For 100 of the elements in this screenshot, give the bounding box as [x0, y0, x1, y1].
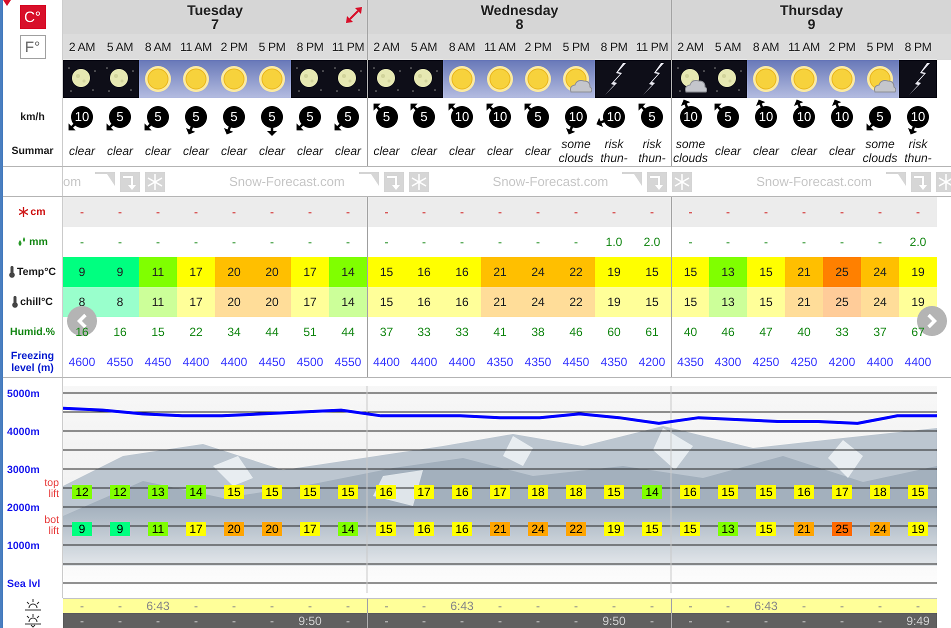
sunrise-time: -	[536, 599, 540, 613]
wind-speed: 10	[755, 106, 777, 128]
time-label: 5 AM	[714, 40, 742, 54]
temperature-cell: 21	[481, 257, 519, 287]
top-lift-temperature: 18	[528, 485, 548, 499]
row-label: km/h	[20, 110, 45, 122]
freezing-level-value: 4250	[752, 355, 780, 369]
top-lift-temperature: 13	[148, 485, 168, 499]
wind-chill-cell: 20	[215, 287, 253, 317]
wind-speed: 5	[185, 106, 207, 128]
freezing-level-value: 4350	[677, 355, 704, 369]
sunrise-time: -	[612, 599, 616, 613]
day-date: 8	[516, 17, 524, 31]
axis-label: 4000m	[7, 426, 40, 438]
summary-text: clear	[296, 144, 323, 158]
sunrise-time: -	[270, 599, 274, 613]
time-label: 2 PM	[828, 40, 856, 54]
wind-speed: 5	[299, 106, 321, 128]
snow-value: -	[346, 205, 350, 219]
rain-value: -	[840, 235, 844, 249]
sunrise-time: -	[118, 599, 122, 613]
bottom-lift-temperature: 15	[642, 522, 662, 536]
lift-label: bot lift	[43, 515, 59, 537]
time-label: 5 PM	[866, 40, 894, 54]
humidity-value: 22	[189, 325, 203, 339]
humidity-value: 67	[911, 325, 925, 339]
bottom-lift-temperature: 21	[794, 522, 814, 536]
wind-chill-cell: 20	[253, 287, 291, 317]
wind-speed: 10	[451, 106, 473, 128]
sunset-time: -	[346, 614, 350, 628]
wind-chill-cell: 19	[595, 287, 633, 317]
wind-chill-cell: 24	[861, 287, 899, 317]
top-lift-temperature: 15	[262, 485, 282, 499]
temperature-cell: 24	[861, 257, 899, 287]
temperature-cell: 19	[899, 257, 937, 287]
top-lift-temperature: 16	[794, 485, 814, 499]
bottom-lift-temperature: 20	[262, 522, 282, 536]
freezing-level-value: 4300	[714, 355, 742, 369]
top-lift-temperature: 14	[642, 485, 662, 499]
time-label: 5 PM	[258, 40, 286, 54]
rain-value: -	[384, 235, 388, 249]
humidity-value: 37	[380, 325, 394, 339]
wind-speed: 5	[413, 106, 435, 128]
sunset-time: -	[498, 614, 502, 628]
temperature-cell: 9	[63, 257, 101, 287]
temperature-cell: 15	[367, 257, 405, 287]
freezing-level-value: 4450	[258, 355, 286, 369]
sunrise-time: -	[308, 599, 312, 613]
summary-text: clear	[714, 144, 741, 158]
freezing-level-value: 4450	[562, 355, 590, 369]
wind-speed: 10	[680, 106, 702, 128]
top-lift-temperature: 15	[338, 485, 358, 499]
summary-text: clear	[144, 144, 171, 158]
humidity-value: 51	[303, 325, 317, 339]
temperature-cell: 15	[671, 257, 709, 287]
rain-value: -	[270, 235, 274, 249]
freezing-level-value: 4550	[334, 355, 362, 369]
sunset-time: -	[536, 614, 540, 628]
freezing-level-value: 4350	[524, 355, 552, 369]
sunrise-time: -	[194, 599, 198, 613]
bottom-lift-temperature: 16	[414, 522, 434, 536]
bottom-lift-temperature: 24	[528, 522, 548, 536]
bottom-lift-temperature: 15	[756, 522, 776, 536]
time-label: 8 AM	[144, 40, 172, 54]
temperature-cell: 24	[519, 257, 557, 287]
wind-chill-cell: 16	[443, 287, 481, 317]
snow-value: -	[80, 205, 84, 219]
rain-value: -	[460, 235, 464, 249]
humidity-value: 33	[455, 325, 469, 339]
rain-value: 1.0	[606, 235, 622, 249]
sunset-time: -	[688, 614, 692, 628]
time-label: 8 PM	[904, 40, 932, 54]
summary-text: clear	[790, 144, 817, 158]
top-lift-temperature: 16	[452, 485, 472, 499]
time-label: 8 AM	[752, 40, 780, 54]
bottom-lift-temperature: 19	[604, 522, 624, 536]
wind-chill-cell: 16	[405, 287, 443, 317]
snow-value: -	[688, 205, 692, 219]
bottom-lift-temperature: 9	[110, 522, 130, 536]
sunset-time: -	[118, 614, 122, 628]
snow-value: -	[156, 205, 160, 219]
top-lift-temperature: 15	[718, 485, 738, 499]
freezing-level-value: 4400	[904, 355, 932, 369]
wind-chill-cell: 22	[557, 287, 595, 317]
time-label: 11 AM	[484, 40, 516, 54]
summary-text: clear	[106, 144, 133, 158]
humidity-value: 61	[645, 325, 659, 339]
summary-text: some clouds	[558, 136, 594, 164]
rain-value: -	[80, 235, 84, 249]
top-lift-temperature: 12	[110, 485, 130, 499]
summary-text: risk thun-	[903, 136, 933, 164]
humidity-value: 16	[75, 325, 89, 339]
time-label: 2 AM	[373, 40, 400, 54]
snow-value: -	[650, 205, 654, 219]
snow-value: -	[574, 205, 578, 219]
snow-value: -	[840, 205, 844, 219]
time-label: 11 PM	[636, 40, 668, 54]
freezing-level-value: 4450	[144, 355, 172, 369]
summary-text: clear	[182, 144, 209, 158]
summary-text: clear	[220, 144, 247, 158]
